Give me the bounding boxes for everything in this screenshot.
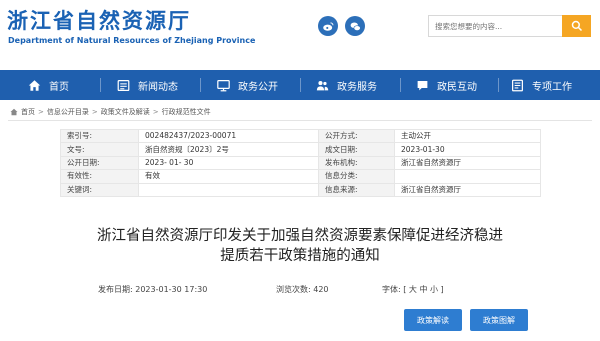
nav-item-label: 新闻动态 bbox=[138, 81, 178, 93]
meta-key: 发布机构: bbox=[318, 155, 395, 171]
search-input[interactable] bbox=[428, 15, 562, 37]
meta-key: 信息分类: bbox=[318, 169, 395, 184]
table-row: 关键词: 信息来源: 浙江省自然资源厅 bbox=[60, 182, 541, 197]
meta-key: 有效性: bbox=[60, 169, 139, 184]
meta-value: 浙江省自然资源厅 bbox=[394, 182, 541, 197]
weibo-icon[interactable] bbox=[318, 16, 338, 36]
table-row: 索引号: 002482437/2023-00071 公开方式: 主动公开 bbox=[60, 128, 541, 144]
breadcrumb-item[interactable]: 行政规范性文件 bbox=[162, 107, 211, 117]
wechat-icon[interactable] bbox=[345, 16, 365, 36]
article-title-line: 浙江省自然资源厅印发关于加强自然资源要素保障促进经济稳进 bbox=[97, 228, 503, 244]
meta-key: 文号: bbox=[60, 142, 139, 157]
table-row: 公开日期: 2023- 01- 30 发布机构: 浙江省自然资源厅 bbox=[60, 155, 541, 171]
nav-item-home[interactable]: 首页 bbox=[28, 70, 69, 100]
nav-item-label: 政民互动 bbox=[437, 81, 477, 93]
site-logo-title[interactable]: 浙江省自然资源厅 bbox=[7, 8, 191, 34]
policy-interpretation-button[interactable]: 政策解读 bbox=[404, 309, 462, 331]
meta-value: 2023-01-30 bbox=[394, 142, 541, 157]
site-logo-subtitle: Department of Natural Resources of Zheji… bbox=[8, 36, 256, 45]
nav-item-news[interactable]: 新闻动态 bbox=[117, 70, 178, 100]
nav-divider bbox=[200, 78, 201, 92]
meta-value: 2023- 01- 30 bbox=[138, 155, 319, 171]
people-icon bbox=[316, 79, 329, 92]
home-icon bbox=[10, 108, 18, 116]
nav-divider bbox=[100, 78, 101, 92]
nav-item-label: 首页 bbox=[49, 81, 69, 93]
main-nav: 首页 新闻动态 政务公开 政务服务 政民互动 专项工作 bbox=[0, 70, 600, 100]
nav-item-gov-open[interactable]: 政务公开 bbox=[217, 70, 278, 100]
nav-divider bbox=[498, 78, 499, 92]
article-title-line: 提质若干政策措施的通知 bbox=[220, 248, 380, 264]
divider bbox=[8, 120, 592, 121]
article-info-bar: 发布日期: 2023-01-30 17:30 浏览次数: 420 字体: [ 大… bbox=[0, 284, 600, 296]
breadcrumb: 首页 > 信息公开目录 > 政策文件及解读 > 行政规范性文件 bbox=[10, 107, 211, 117]
nav-item-interaction[interactable]: 政民互动 bbox=[416, 70, 477, 100]
document-meta-table: 索引号: 002482437/2023-00071 公开方式: 主动公开 文号:… bbox=[60, 128, 541, 197]
breadcrumb-item[interactable]: 信息公开目录 bbox=[47, 107, 89, 117]
nav-item-label: 专项工作 bbox=[532, 81, 572, 93]
list-icon bbox=[511, 79, 524, 92]
meta-value: 浙江省自然资源厅 bbox=[394, 155, 541, 171]
publish-date: 发布日期: 2023-01-30 17:30 bbox=[98, 285, 208, 294]
breadcrumb-separator: > bbox=[152, 108, 159, 116]
font-size-selector[interactable]: 字体: [ 大 中 小 ] bbox=[382, 284, 444, 295]
nav-item-label: 政务公开 bbox=[238, 81, 278, 93]
meta-key: 公开方式: bbox=[318, 128, 395, 144]
meta-key: 关键词: bbox=[60, 182, 139, 197]
meta-key: 信息来源: bbox=[318, 182, 395, 197]
search-button[interactable] bbox=[562, 15, 591, 37]
view-count: 浏览次数: 420 bbox=[276, 285, 329, 294]
nav-item-special-work[interactable]: 专项工作 bbox=[511, 70, 572, 100]
meta-value: 有效 bbox=[138, 169, 319, 184]
meta-value: 002482437/2023-00071 bbox=[138, 128, 319, 144]
breadcrumb-item[interactable]: 政策文件及解读 bbox=[101, 107, 150, 117]
breadcrumb-separator: > bbox=[91, 108, 98, 116]
policy-illustration-button[interactable]: 政策图解 bbox=[470, 309, 528, 331]
breadcrumb-home[interactable]: 首页 bbox=[21, 107, 35, 117]
meta-key: 成文日期: bbox=[318, 142, 395, 157]
breadcrumb-separator: > bbox=[38, 108, 44, 116]
table-row: 文号: 浙自然资规〔2023〕2号 成文日期: 2023-01-30 bbox=[60, 142, 541, 157]
news-icon bbox=[117, 79, 130, 92]
meta-value bbox=[138, 182, 319, 197]
nav-divider bbox=[400, 78, 401, 92]
site-header: 浙江省自然资源厅 Department of Natural Resources… bbox=[0, 0, 600, 70]
table-row: 有效性: 有效 信息分类: bbox=[60, 169, 541, 184]
monitor-icon bbox=[217, 79, 230, 92]
nav-item-label: 政务服务 bbox=[337, 81, 377, 93]
meta-value: 主动公开 bbox=[394, 128, 541, 144]
article-title: 浙江省自然资源厅印发关于加强自然资源要素保障促进经济稳进 提质若干政策措施的通知 bbox=[20, 226, 580, 266]
nav-item-gov-service[interactable]: 政务服务 bbox=[316, 70, 377, 100]
meta-key: 公开日期: bbox=[60, 155, 139, 171]
meta-value bbox=[394, 169, 541, 184]
search-icon bbox=[571, 20, 582, 32]
nav-divider bbox=[300, 78, 301, 92]
meta-key: 索引号: bbox=[60, 128, 139, 144]
home-icon bbox=[28, 79, 41, 92]
meta-value: 浙自然资规〔2023〕2号 bbox=[138, 142, 319, 157]
chat-icon bbox=[416, 79, 429, 92]
